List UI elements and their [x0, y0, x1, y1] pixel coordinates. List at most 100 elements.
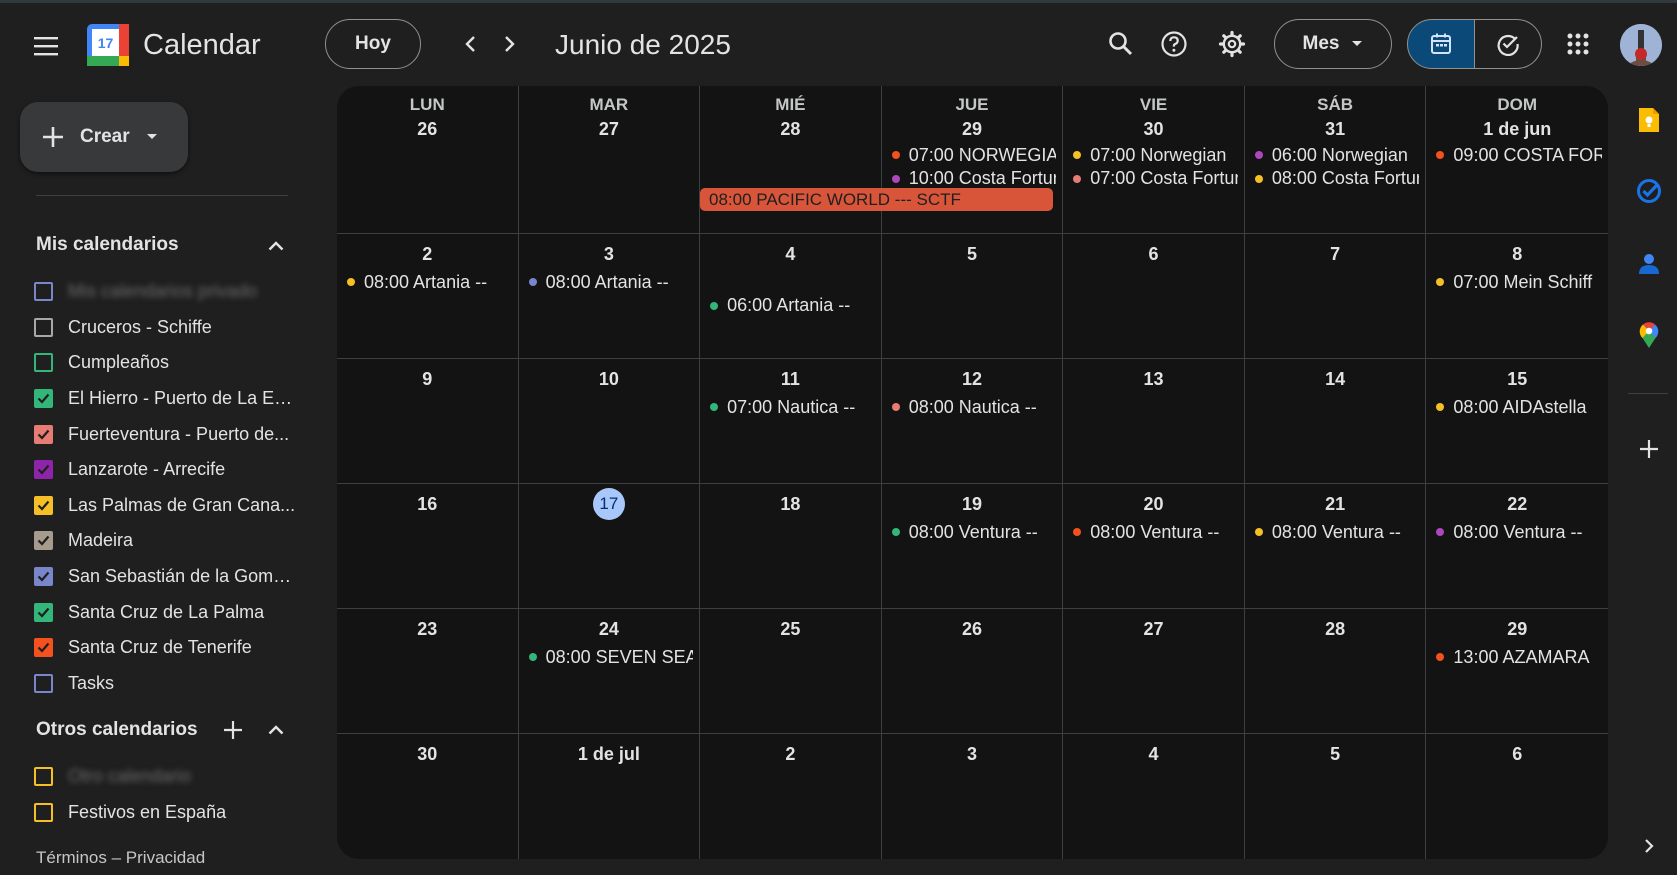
day-cell[interactable]: 13 — [1063, 359, 1245, 484]
event-chip[interactable]: 07:00 Mein Schiff — [1434, 270, 1602, 294]
day-cell[interactable]: 27 — [1063, 609, 1245, 734]
account-avatar[interactable] — [1620, 24, 1662, 66]
day-number[interactable]: 5 — [882, 244, 1063, 265]
day-number[interactable]: 14 — [1245, 369, 1426, 390]
day-cell[interactable]: 7 — [1244, 234, 1427, 359]
calendar-list-item[interactable]: Tasks — [34, 666, 324, 702]
day-number[interactable]: 26 — [882, 619, 1063, 640]
menu-icon[interactable] — [26, 26, 66, 66]
event-chip[interactable]: 06:00 Artania -- — [708, 294, 875, 318]
today-button[interactable]: Hoy — [325, 19, 421, 69]
maps-icon[interactable] — [1632, 318, 1666, 352]
day-cell[interactable]: 30 — [337, 734, 519, 859]
day-cell[interactable]: DOM 1 de jun 09:00 COSTA FORTUNA — [1426, 86, 1608, 234]
checkbox-checked[interactable] — [34, 531, 53, 551]
event-chip[interactable]: 08:00 Costa Fortuna — [1253, 167, 1419, 191]
day-cell[interactable]: 2 — [700, 734, 882, 859]
checkbox-checked[interactable] — [34, 389, 53, 409]
day-cell[interactable]: JUE 29 07:00 NORWEGIAN 10:00 Costa Fortuna — [881, 86, 1064, 234]
day-number[interactable]: 1 de jun — [1426, 119, 1608, 140]
day-cell[interactable]: 1 de jul — [519, 734, 701, 859]
day-number[interactable]: 12 — [882, 369, 1063, 390]
calendar-list-item[interactable]: Las Palmas de Gran Cana... — [34, 488, 324, 524]
day-cell[interactable]: MIÉ 28 — [700, 86, 882, 234]
day-number[interactable]: 7 — [1245, 244, 1426, 265]
calendar-list-item[interactable]: El Hierro - Puerto de La Es... — [34, 381, 324, 417]
day-number[interactable]: 16 — [337, 494, 518, 515]
day-cell[interactable]: SÁB 31 06:00 Norwegian 08:00 Costa Fortuna — [1244, 86, 1427, 234]
day-cell[interactable]: 4 — [1063, 734, 1245, 859]
tasks-icon[interactable] — [1632, 174, 1666, 208]
day-cell[interactable]: 19 08:00 Ventura -- — [881, 484, 1064, 609]
day-number[interactable]: 28 — [700, 119, 881, 140]
event-chip[interactable]: 13:00 AZAMARA — [1434, 645, 1602, 669]
day-number[interactable]: 21 — [1245, 494, 1426, 515]
event-chip[interactable]: 08:00 Ventura -- — [1253, 520, 1420, 544]
day-number[interactable]: 24 — [519, 619, 700, 640]
help-icon[interactable] — [1154, 24, 1194, 64]
day-cell[interactable]: 20 08:00 Ventura -- — [1063, 484, 1245, 609]
privacy-link[interactable]: Privacidad — [126, 848, 205, 867]
checkbox-unchecked[interactable] — [34, 317, 53, 337]
event-chip[interactable]: 07:00 NORWEGIAN — [890, 143, 1056, 167]
checkbox-unchecked[interactable] — [34, 353, 53, 373]
previous-period-icon[interactable] — [452, 25, 488, 63]
checkbox-checked[interactable] — [34, 602, 53, 622]
day-cell[interactable]: 22 08:00 Ventura -- — [1426, 484, 1608, 609]
view-select-button[interactable]: Mes — [1274, 19, 1392, 69]
event-chip[interactable]: 07:00 Nautica -- — [708, 395, 875, 419]
day-cell[interactable]: 29 13:00 AZAMARA — [1426, 609, 1608, 734]
tasks-view-toggle[interactable] — [1475, 19, 1542, 69]
checkbox-unchecked[interactable] — [34, 673, 53, 693]
day-cell[interactable]: LUN 26 — [337, 86, 519, 234]
day-cell[interactable]: 4 06:00 Artania -- — [700, 234, 882, 359]
day-number[interactable]: 2 — [337, 244, 518, 265]
day-number[interactable]: 1 de jul — [519, 744, 700, 765]
day-cell[interactable]: 23 — [337, 609, 519, 734]
day-number[interactable]: 3 — [882, 744, 1063, 765]
event-chip[interactable]: 09:00 COSTA FORTUNA — [1434, 143, 1602, 167]
day-cell[interactable]: 18 — [700, 484, 882, 609]
day-number[interactable]: 27 — [519, 119, 700, 140]
chevron-up-icon[interactable] — [261, 231, 291, 261]
add-calendar-icon[interactable] — [218, 715, 248, 745]
chevron-up-icon[interactable] — [261, 715, 291, 745]
other-calendars-title[interactable]: Otros calendarios — [36, 719, 198, 741]
create-button[interactable]: Crear — [20, 102, 188, 172]
gear-icon[interactable] — [1212, 24, 1252, 64]
day-cell[interactable]: 28 — [1244, 609, 1427, 734]
day-number[interactable]: 20 — [1063, 494, 1244, 515]
day-cell[interactable]: 6 — [1063, 234, 1245, 359]
day-number[interactable]: 9 — [337, 369, 518, 390]
day-cell[interactable]: 3 — [882, 734, 1064, 859]
day-number[interactable]: 30 — [1063, 119, 1244, 140]
calendar-view-toggle[interactable] — [1407, 19, 1475, 69]
day-number[interactable]: 13 — [1063, 369, 1244, 390]
day-cell[interactable]: 26 — [881, 609, 1064, 734]
add-icon[interactable] — [1632, 432, 1666, 466]
day-number[interactable]: 26 — [337, 119, 518, 140]
event-chip[interactable]: 06:00 Norwegian — [1253, 143, 1420, 167]
calendar-list-item[interactable]: Cruceros - Schiffe — [34, 310, 324, 346]
day-number[interactable]: 10 — [519, 369, 700, 390]
event-chip[interactable]: 08:00 Artania -- — [527, 270, 694, 294]
day-cell[interactable]: 9 — [337, 359, 519, 484]
calendar-list-item[interactable]: Fuerteventura - Puerto de... — [34, 416, 324, 452]
day-number[interactable]: 8 — [1426, 244, 1608, 265]
calendar-list-item[interactable]: Madeira — [34, 523, 324, 559]
chevron-right-icon[interactable] — [1632, 829, 1666, 863]
multi-day-event[interactable]: 08:00 PACIFIC WORLD --- SCTF — [700, 188, 1053, 211]
day-number[interactable]: 27 — [1063, 619, 1244, 640]
checkbox-unchecked[interactable] — [34, 802, 53, 822]
next-period-icon[interactable] — [492, 25, 528, 63]
day-number[interactable]: 19 — [882, 494, 1063, 515]
event-chip[interactable]: 07:00 Norwegian — [1071, 143, 1238, 167]
day-cell[interactable]: 12 08:00 Nautica -- — [881, 359, 1064, 484]
day-cell[interactable]: 8 07:00 Mein Schiff — [1426, 234, 1608, 359]
day-number[interactable]: 18 — [700, 494, 881, 515]
event-chip[interactable]: 08:00 Ventura -- — [1434, 520, 1602, 544]
day-cell[interactable]: 24 08:00 SEVEN SEAS — [518, 609, 701, 734]
day-number[interactable]: 6 — [1063, 244, 1244, 265]
day-number[interactable]: 11 — [700, 369, 881, 390]
calendar-list-item[interactable]: San Sebastián de la Gome... — [34, 559, 324, 595]
